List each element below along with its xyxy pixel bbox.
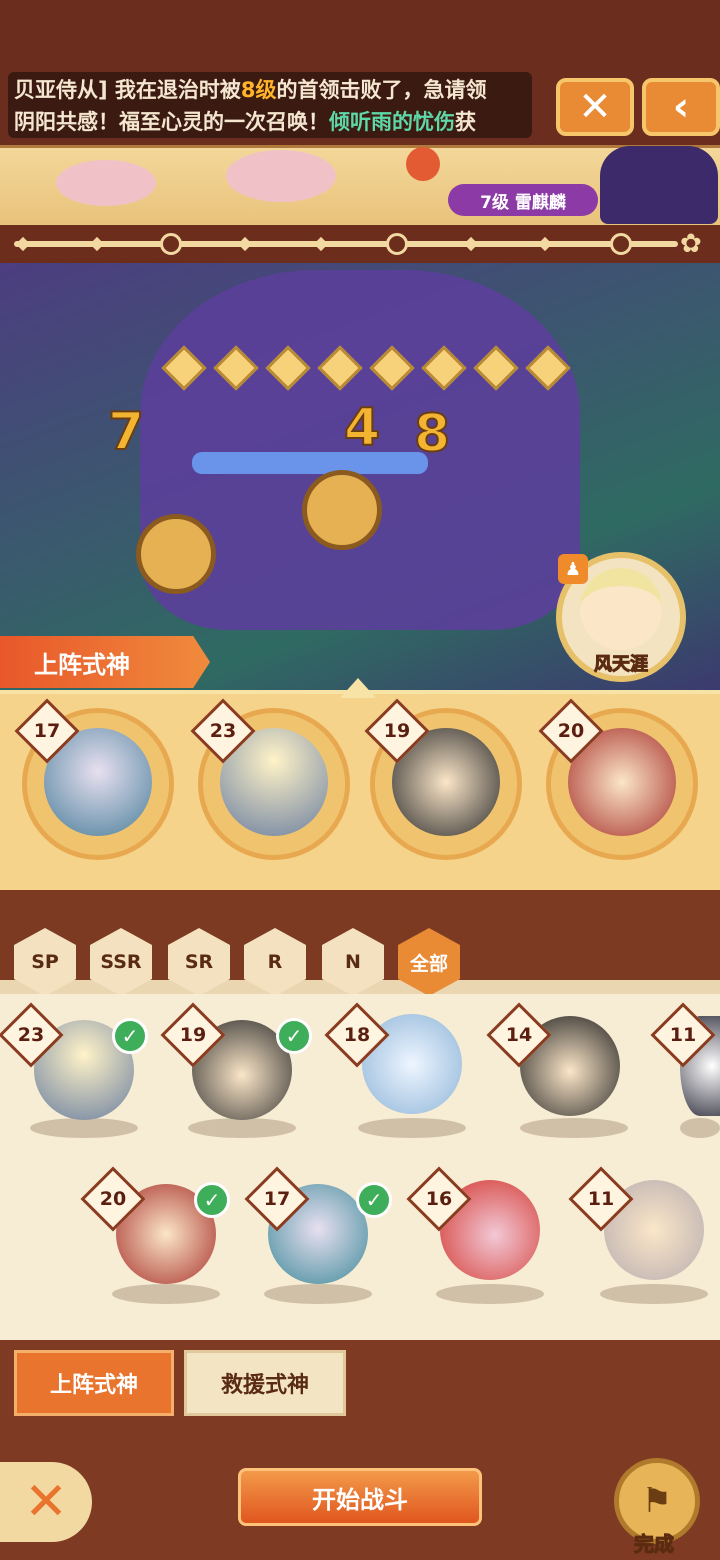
level-text: 17 [33,720,61,742]
level-text: 11 [669,1024,697,1046]
ticker-line-2: 阴阳共感！福至心灵的一次召唤！倾听雨的忧伤获 [14,110,476,134]
crest-medal-icon [136,514,216,594]
level-text: 16 [425,1188,453,1210]
close-icon: ✕ [578,84,612,130]
crest-medal-icon [302,470,382,550]
boss-number: 8 [413,403,451,465]
world-chat-ticker[interactable]: 贝亚侍从] 我在退治时被8级的首领击败了，急请领 阴阳共感！福至心灵的一次召唤！… [8,72,532,138]
selected-check-icon: ✓ [276,1018,312,1054]
swirl-node-icon [386,233,408,255]
sakura-tree-icon [56,160,156,206]
tab-deploy-shikigami[interactable]: 上阵式神 [14,1350,174,1416]
back-button[interactable]: ‹ [642,78,720,136]
selected-check-icon: ✓ [194,1182,230,1218]
boss-level-label: 7级 雷麒麟 [448,184,598,216]
close-button[interactable]: ✕ [556,78,634,136]
level-text: 19 [179,1024,207,1046]
selected-check-icon: ✓ [112,1018,148,1054]
helper-avatar [580,568,662,650]
back-arrow-icon: ‹ [672,84,690,130]
shadow [520,1118,628,1138]
level-text: 20 [557,720,585,742]
sun-icon [406,147,440,181]
close-icon: ✕ [24,1472,68,1532]
boss-portrait [600,146,718,224]
start-battle-button[interactable]: 开始战斗 [238,1468,482,1526]
shadow [112,1284,220,1304]
level-text: 23 [209,720,237,742]
level-text: 18 [343,1024,371,1046]
done-label: 完成 [634,1532,675,1557]
shadow [600,1284,708,1304]
shadow [680,1118,720,1138]
deploy-title: 上阵式神 [0,636,210,688]
level-text: 11 [587,1188,615,1210]
swirl-node-icon [610,233,632,255]
level-text: 19 [383,720,411,742]
level-text: 17 [263,1188,291,1210]
shadow [358,1118,466,1138]
flower-icon: ✿ [680,229,702,259]
level-text: 23 [17,1024,45,1046]
tab-rescue-shikigami[interactable]: 救援式神 [184,1350,346,1416]
friend-icon: ♟ [558,554,588,584]
boss-number: 4 [343,397,381,459]
swirl-node-icon [160,233,182,255]
level-text: 20 [99,1188,127,1210]
done-button[interactable]: ⚑ 完成 [608,1458,718,1558]
shadow [30,1118,138,1138]
sakura-tree-icon [226,150,336,202]
boss-eyes [192,452,428,474]
boss-number: 7 [107,401,145,463]
level-text: 14 [505,1024,533,1046]
shadow [264,1284,372,1304]
selected-check-icon: ✓ [356,1182,392,1218]
ticker-line-1: 贝亚侍从] 我在退治时被8级的首领击败了，急请领 [14,78,487,102]
shadow [188,1118,296,1138]
helper-name: 风天涯 [594,654,649,676]
shadow [436,1284,544,1304]
progress-track [14,241,678,247]
cancel-button[interactable]: ✕ [0,1462,92,1542]
